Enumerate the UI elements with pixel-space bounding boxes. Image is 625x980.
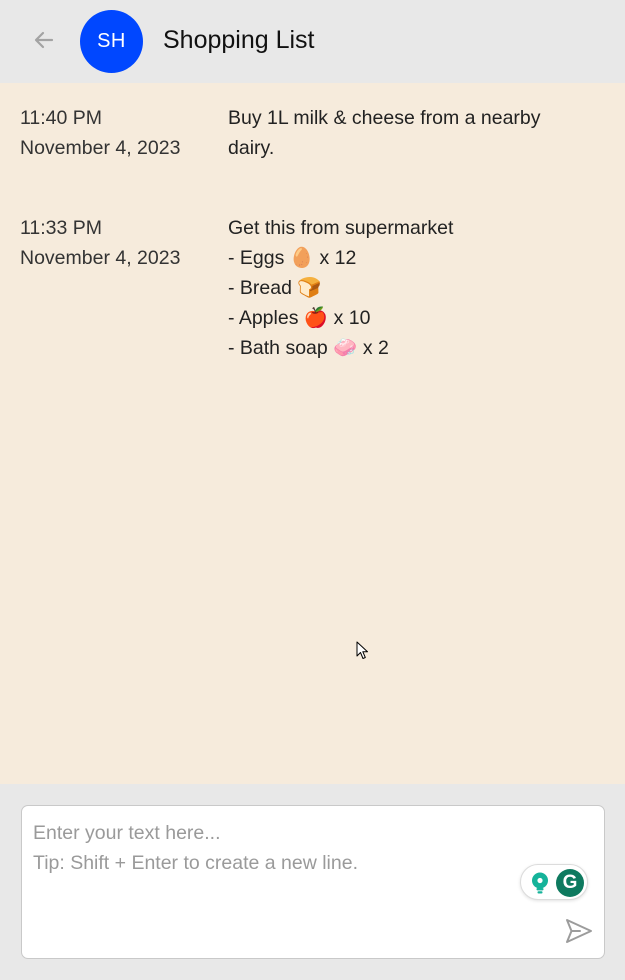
message-line: Get this from supermarket bbox=[228, 217, 454, 239]
placeholder-line: Enter your text here... bbox=[33, 822, 221, 844]
placeholder-line: Tip: Shift + Enter to create a new line. bbox=[33, 852, 358, 874]
message-text: Buy 1L milk & cheese from a nearby dairy… bbox=[228, 103, 598, 163]
message-input[interactable]: Enter your text here... Tip: Shift + Ent… bbox=[21, 805, 605, 959]
message-line: dairy. bbox=[228, 137, 275, 159]
input-placeholder: Enter your text here... Tip: Shift + Ent… bbox=[33, 818, 513, 878]
chat-header: SH Shopping List bbox=[0, 0, 625, 83]
mouse-pointer-icon bbox=[356, 641, 368, 659]
message-date: November 4, 2023 bbox=[20, 137, 181, 159]
message-line: - Bread 🍞 bbox=[228, 277, 322, 299]
avatar: SH bbox=[80, 10, 143, 73]
message-timestamp: 11:40 PM November 4, 2023 bbox=[20, 103, 220, 163]
message-text: Get this from supermarket - Eggs 🥚 x 12 … bbox=[228, 213, 598, 363]
lightbulb-icon[interactable] bbox=[527, 870, 552, 895]
message-date: November 4, 2023 bbox=[20, 247, 181, 269]
send-button[interactable] bbox=[562, 914, 596, 948]
grammarly-widget[interactable]: G bbox=[520, 864, 588, 900]
message-line: Buy 1L milk & cheese from a nearby bbox=[228, 107, 541, 129]
back-button[interactable] bbox=[26, 22, 62, 58]
message-time: 11:40 PM bbox=[20, 107, 103, 129]
arrow-left-icon bbox=[34, 31, 54, 49]
chat-title: Shopping List bbox=[163, 26, 315, 54]
send-icon bbox=[566, 919, 592, 943]
message-line: - Eggs 🥚 x 12 bbox=[228, 247, 357, 269]
grammarly-g-icon[interactable]: G bbox=[556, 869, 584, 897]
message-timestamp: 11:33 PM November 4, 2023 bbox=[20, 213, 220, 273]
message-list[interactable]: 11:40 PM November 4, 2023 Buy 1L milk & … bbox=[0, 83, 625, 784]
message-time: 11:33 PM bbox=[20, 217, 103, 239]
message-line: - Apples 🍎 x 10 bbox=[228, 307, 371, 329]
message-line: - Bath soap 🧼 x 2 bbox=[228, 337, 389, 359]
